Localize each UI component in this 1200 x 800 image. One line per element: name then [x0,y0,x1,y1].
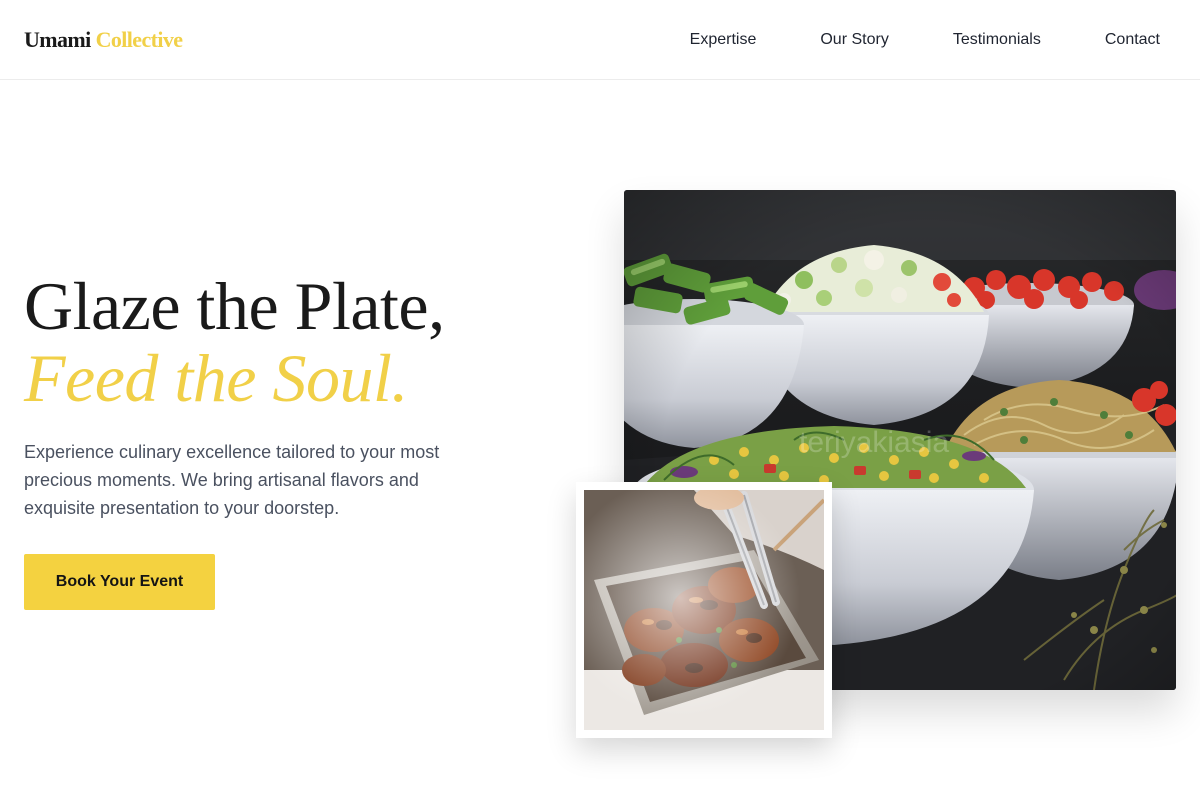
hero-title-line2: Feed the Soul. [24,340,408,416]
site-header: Umami Collective Expertise Our Story Tes… [0,0,1200,80]
brand-logo[interactable]: Umami Collective [24,27,183,53]
grilled-meat-photo [584,490,824,730]
hero-title-line1: Glaze the Plate, [24,268,445,344]
brand-name-accent: Collective [95,27,183,52]
main-nav: Expertise Our Story Testimonials Contact [690,30,1160,50]
nav-link-testimonials[interactable]: Testimonials [953,30,1041,50]
grilled-meat-image [576,482,832,738]
brand-name-primary: Umami [24,27,91,52]
hero-title: Glaze the Plate, Feed the Soul. [24,270,584,414]
nav-link-contact[interactable]: Contact [1105,30,1160,50]
nav-link-our-story[interactable]: Our Story [820,30,888,50]
nav-link-expertise[interactable]: Expertise [690,30,757,50]
hero-subtitle: Experience culinary excellence tailored … [24,442,440,518]
book-event-button[interactable]: Book Your Event [24,554,215,610]
